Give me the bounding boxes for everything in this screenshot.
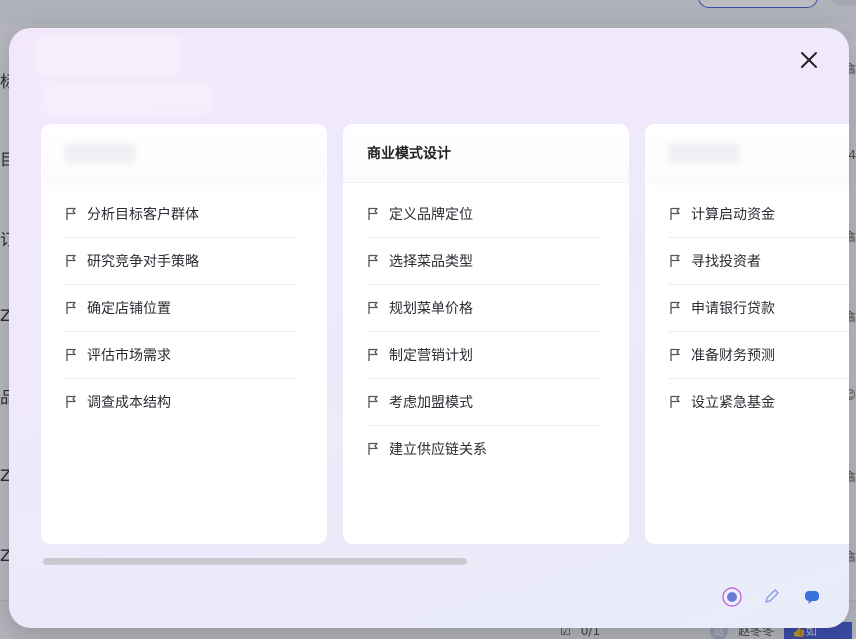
list-item[interactable]: 调查成本结构 <box>65 379 297 425</box>
board-column: 分析目标客户群体 研究竞争对手策略 确定店铺位置 评估市场需求 调查成本结构 <box>41 124 327 544</box>
item-label: 准备财务预测 <box>691 348 775 364</box>
column-title <box>669 143 739 163</box>
list-item[interactable]: 建立供应链关系 <box>367 426 599 472</box>
flag-icon <box>66 301 76 314</box>
mindmap-board-modal: 分析目标客户群体 研究竞争对手策略 确定店铺位置 评估市场需求 调查成本结构 商… <box>9 28 849 628</box>
list-item[interactable]: 设立紧急基金 <box>669 379 849 425</box>
board-column: 商业模式设计 定义品牌定位 选择菜品类型 规划菜单价格 制定营销计划 考虑加盟模… <box>343 124 629 544</box>
item-label: 计算启动资金 <box>691 207 775 223</box>
list-item[interactable]: 定义品牌定位 <box>367 191 599 238</box>
column-header: 商业模式设计 <box>343 124 629 183</box>
column-header <box>645 124 849 183</box>
flag-icon <box>66 395 76 408</box>
item-label: 定义品牌定位 <box>389 207 473 223</box>
list-item[interactable]: 申请银行贷款 <box>669 285 849 332</box>
item-label: 设立紧急基金 <box>691 395 775 411</box>
blurred-title <box>37 36 182 76</box>
item-label: 评估市场需求 <box>87 348 171 364</box>
flag-icon <box>66 207 76 220</box>
list-item[interactable]: 分析目标客户群体 <box>65 191 297 238</box>
toolbar <box>721 586 823 608</box>
flag-icon <box>368 442 378 455</box>
item-label: 选择菜品类型 <box>389 254 473 270</box>
item-label: 建立供应链关系 <box>389 442 487 458</box>
board-column: 计算启动资金 寻找投资者 申请银行贷款 准备财务预测 设立紧急基金 <box>645 124 849 544</box>
list-item[interactable]: 确定店铺位置 <box>65 285 297 332</box>
close-icon <box>801 52 817 68</box>
list-item[interactable]: 准备财务预测 <box>669 332 849 379</box>
flag-icon <box>368 348 378 361</box>
edit-icon[interactable] <box>761 586 783 608</box>
list-item[interactable]: 规划菜单价格 <box>367 285 599 332</box>
flag-icon <box>368 395 378 408</box>
flag-icon <box>670 348 680 361</box>
flag-icon <box>368 301 378 314</box>
item-label: 制定营销计划 <box>389 348 473 364</box>
flag-icon <box>670 207 680 220</box>
horizontal-scrollbar[interactable] <box>43 558 467 565</box>
column-header <box>41 124 327 183</box>
list-item[interactable]: 计算启动资金 <box>669 191 849 238</box>
item-label: 调查成本结构 <box>87 395 171 411</box>
flag-icon <box>670 395 680 408</box>
flag-icon <box>670 301 680 314</box>
item-label: 申请银行贷款 <box>691 301 775 317</box>
blurred-subtitle <box>41 82 213 116</box>
flag-icon <box>66 348 76 361</box>
column-title: 商业模式设计 <box>367 146 451 162</box>
column-title <box>65 143 135 163</box>
list-item[interactable]: 考虑加盟模式 <box>367 379 599 426</box>
item-label: 研究竞争对手策略 <box>87 254 199 270</box>
item-label: 考虑加盟模式 <box>389 395 473 411</box>
item-label: 寻找投资者 <box>691 254 761 270</box>
item-label: 分析目标客户群体 <box>87 207 199 223</box>
item-label: 确定店铺位置 <box>87 301 171 317</box>
list-item[interactable]: 选择菜品类型 <box>367 238 599 285</box>
flag-icon <box>368 207 378 220</box>
chat-icon[interactable] <box>801 586 823 608</box>
flag-icon <box>368 254 378 267</box>
flag-icon <box>66 254 76 267</box>
board-columns: 分析目标客户群体 研究竞争对手策略 确定店铺位置 评估市场需求 调查成本结构 商… <box>41 124 849 544</box>
list-item[interactable]: 研究竞争对手策略 <box>65 238 297 285</box>
list-item[interactable]: 制定营销计划 <box>367 332 599 379</box>
item-label: 规划菜单价格 <box>389 301 473 317</box>
close-button[interactable] <box>797 48 821 72</box>
list-item[interactable]: 寻找投资者 <box>669 238 849 285</box>
logo-icon[interactable] <box>721 586 743 608</box>
list-item[interactable]: 评估市场需求 <box>65 332 297 379</box>
flag-icon <box>670 254 680 267</box>
